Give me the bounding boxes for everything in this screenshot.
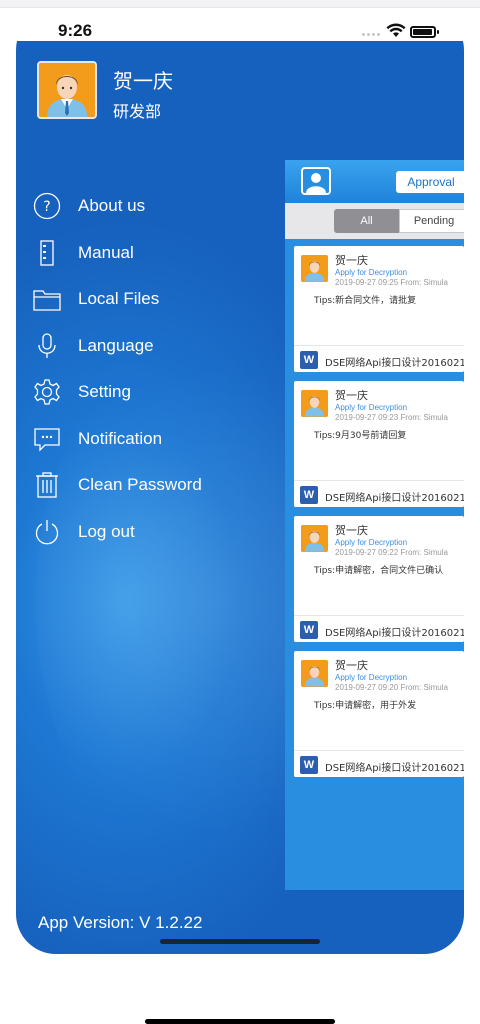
panel-header: Approval [285,160,464,203]
word-file-icon: W [300,351,318,369]
card-name: 贺一庆 [335,524,368,537]
attachment-name: DSE网络Api接口设计20160216_ [325,763,464,774]
card-name: 贺一庆 [335,389,368,402]
document-list-icon [32,238,62,268]
card-date: 2019-09-27 09:23 From: Simula [335,413,448,422]
gear-icon [32,377,62,407]
filter-segment: All Pending [285,203,464,239]
user-name: 贺一庆 [113,69,173,93]
main-panel-preview[interactable]: Approval All Pending 贺一庆 Apply for Decry… [285,160,464,890]
menu-label: Log out [78,522,135,541]
menu-item-log-out[interactable]: Log out [32,514,282,550]
menu-item-clean-password[interactable]: Clean Password [32,467,282,503]
card-attachment[interactable]: W DSE网络Api接口设计20160218_ [294,480,464,507]
status-bar: 9:26 [16,10,464,41]
trash-icon [32,470,62,500]
card-type: Apply for Decryption [335,268,408,277]
tab-all[interactable]: All [334,209,399,233]
microphone-icon [32,331,62,361]
chat-bubble-icon [32,424,62,454]
card-avatar [301,390,328,417]
menu-label: Notification [78,429,163,448]
menu-label: Language [78,336,154,355]
card-name: 贺一庆 [335,659,368,672]
question-circle-icon: ? [32,191,62,221]
card-tips: Tips:申请解密，合同文件已确认 [314,566,444,576]
menu-item-notification[interactable]: Notification [32,421,282,457]
bottom-home-indicator[interactable] [145,1019,335,1024]
menu-label: About us [78,196,146,215]
card-type: Apply for Decryption [335,403,408,412]
status-time: 9:26 [58,21,93,40]
menu-label: Manual [78,243,134,262]
signal-dots-icon [362,33,380,36]
side-drawer: 贺一庆 研发部 ? About us Manual Local Files La… [16,41,464,954]
tab-pending[interactable]: Pending [399,209,464,233]
word-file-icon: W [300,756,318,774]
approval-card[interactable]: 贺一庆 Apply for Decryption 2019-09-27 09:2… [294,381,464,507]
approval-card[interactable]: 贺一庆 Apply for Decryption 2019-09-27 09:2… [294,246,464,372]
menu-item-local-files[interactable]: Local Files [32,281,282,317]
card-avatar [301,255,328,282]
attachment-name: DSE网络Api接口设计20160218_ [325,493,464,504]
attachment-name: DSE网络Api接口设计20160219_ [325,358,464,369]
card-tips: Tips:申请解密，用于外发 [314,701,417,711]
battery-icon [410,26,439,38]
avatar[interactable] [37,61,97,119]
wifi-icon [386,23,406,43]
card-attachment[interactable]: W DSE网络Api接口设计20160216_ [294,750,464,777]
card-tips: Tips:9月30号前请回复 [314,431,407,441]
card-date: 2019-09-27 09:20 From: Simula [335,683,448,692]
menu-item-language[interactable]: Language [32,328,282,364]
approval-card[interactable]: 贺一庆 Apply for Decryption 2019-09-27 09:2… [294,516,464,642]
word-file-icon: W [300,621,318,639]
card-tips: Tips:新合同文件，请批复 [314,296,417,306]
card-type: Apply for Decryption [335,673,408,682]
menu-item-setting[interactable]: Setting [32,374,282,410]
home-indicator[interactable] [160,939,320,944]
card-avatar [301,660,328,687]
approval-card[interactable]: 贺一庆 Apply for Decryption 2019-09-27 09:2… [294,651,464,777]
attachment-name: DSE网络Api接口设计20160217_ [325,628,464,639]
user-department: 研发部 [113,102,162,121]
menu-label: Setting [78,382,131,401]
card-date: 2019-09-27 09:25 From: Simula [335,278,448,287]
phone-frame: 9:26 贺一庆 研发部 ? About us Manual Local Fil… [16,10,464,954]
approval-button[interactable]: Approval [396,171,464,193]
card-attachment[interactable]: W DSE网络Api接口设计20160217_ [294,615,464,642]
menu-item-manual[interactable]: Manual [32,235,282,271]
card-attachment[interactable]: W DSE网络Api接口设计20160219_ [294,345,464,372]
person-icon[interactable] [301,167,331,195]
folder-icon [32,284,62,314]
card-date: 2019-09-27 09:22 From: Simula [335,548,448,557]
svg-text:?: ? [43,199,50,215]
power-icon [32,517,62,547]
top-divider [0,0,480,8]
card-name: 贺一庆 [335,254,368,267]
card-type: Apply for Decryption [335,538,408,547]
menu-label: Local Files [78,289,160,308]
word-file-icon: W [300,486,318,504]
menu-item-about-us[interactable]: ? About us [32,188,282,224]
app-version: App Version: V 1.2.22 [38,913,203,932]
menu-label: Clean Password [78,475,202,494]
card-avatar [301,525,328,552]
